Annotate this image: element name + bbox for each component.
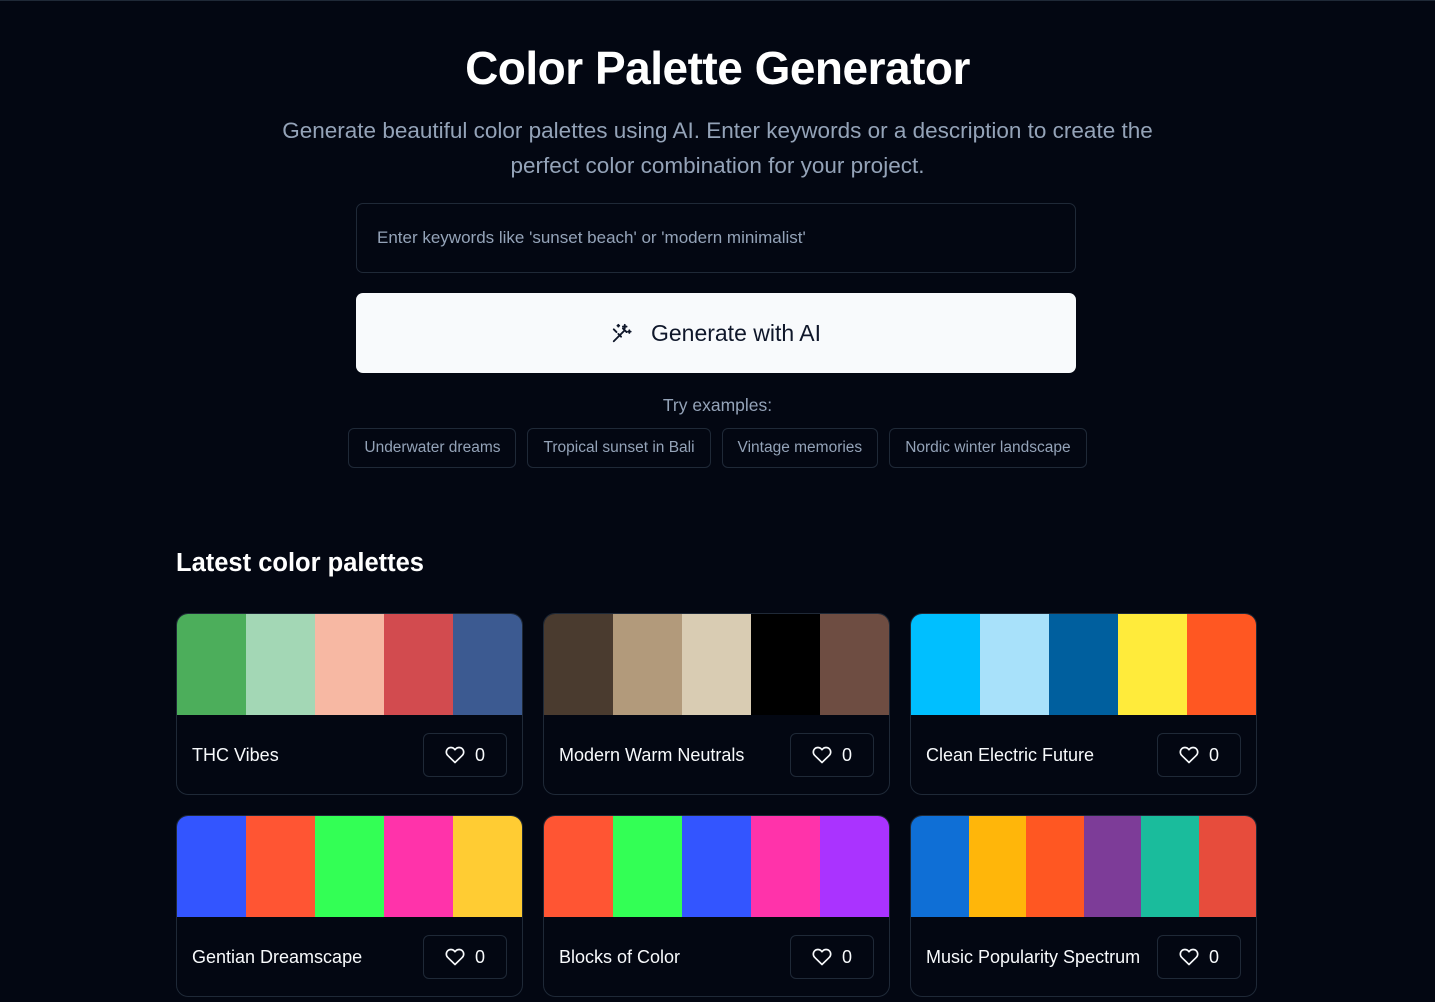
color-swatch[interactable] [911,816,969,917]
heart-icon [445,746,465,764]
palette-card-footer: Music Popularity Spectrum 0 [911,917,1256,996]
palette-name: Modern Warm Neutrals [559,744,745,765]
color-swatch[interactable] [682,816,751,917]
palette-swatches [177,816,522,917]
color-swatch[interactable] [544,614,613,715]
like-button[interactable]: 0 [423,935,507,979]
like-button[interactable]: 0 [1157,733,1241,777]
example-chip-underwater-dreams[interactable]: Underwater dreams [348,428,517,468]
palette-card[interactable]: Blocks of Color 0 [543,815,890,997]
like-count: 0 [1208,744,1219,765]
palette-name: Blocks of Color [559,946,681,967]
color-swatch[interactable] [544,816,613,917]
heart-icon [445,948,465,966]
color-swatch[interactable] [246,816,315,917]
like-count: 0 [841,744,852,765]
palette-card-footer: Gentian Dreamscape 0 [177,917,522,996]
heart-icon [1179,948,1199,966]
palette-card[interactable]: Gentian Dreamscape 0 [176,815,523,997]
palette-swatches [544,816,889,917]
color-swatch[interactable] [1083,816,1141,917]
palette-swatches [177,614,522,715]
heart-icon [1179,746,1199,764]
color-swatch[interactable] [315,614,384,715]
color-swatch[interactable] [751,816,820,917]
color-swatch[interactable] [980,614,1049,715]
color-swatch[interactable] [1198,816,1256,917]
heart-icon [812,746,832,764]
latest-palettes-title: Latest color palettes [176,549,424,577]
color-swatch[interactable] [911,614,980,715]
example-chip-nordic-winter[interactable]: Nordic winter landscape [889,428,1087,468]
page-title: Color Palette Generator [465,42,970,94]
like-count: 0 [1208,946,1219,967]
palette-card-footer: Modern Warm Neutrals 0 [544,715,889,794]
like-button[interactable]: 0 [1157,935,1241,979]
like-count: 0 [474,946,485,967]
heart-icon [812,948,832,966]
like-button[interactable]: 0 [790,733,874,777]
color-swatch[interactable] [1141,816,1199,917]
palette-card-footer: Blocks of Color 0 [544,917,889,996]
palette-name: Music Popularity Spectrum [926,946,1141,967]
palette-card[interactable]: THC Vibes 0 [176,613,523,795]
color-swatch[interactable] [968,816,1026,917]
example-chip-tropical-sunset[interactable]: Tropical sunset in Bali [527,428,711,468]
color-swatch[interactable] [315,816,384,917]
color-swatch[interactable] [613,816,682,917]
color-swatch[interactable] [682,614,751,715]
like-count: 0 [474,744,485,765]
color-swatch[interactable] [1026,816,1084,917]
try-examples-label: Try examples: [662,395,773,415]
magic-wand-icon [612,323,632,343]
keywords-input[interactable] [356,203,1076,273]
like-button[interactable]: 0 [790,935,874,979]
color-swatch[interactable] [177,816,246,917]
color-swatch[interactable] [820,816,889,917]
palette-name: THC Vibes [192,744,279,765]
color-swatch[interactable] [453,816,522,917]
like-count: 0 [841,946,852,967]
color-swatch[interactable] [751,614,820,715]
palette-name: Gentian Dreamscape [192,946,363,967]
color-swatch[interactable] [177,614,246,715]
palette-grid: THC Vibes 0 Modern Warm Neutrals 0 Clean Ele… [176,613,1257,997]
palette-card-footer: THC Vibes 0 [177,715,522,794]
palette-card[interactable]: Modern Warm Neutrals 0 [543,613,890,795]
generate-button-label: Generate with AI [650,319,822,346]
palette-card[interactable]: Music Popularity Spectrum 0 [910,815,1257,997]
color-swatch[interactable] [246,614,315,715]
palette-card[interactable]: Clean Electric Future 0 [910,613,1257,795]
example-chips: Underwater dreams Tropical sunset in Bal… [0,428,1435,468]
page-subtitle: Generate beautiful color palettes using … [282,118,1153,178]
palette-swatches [911,816,1256,917]
color-swatch[interactable] [384,816,453,917]
like-button[interactable]: 0 [423,733,507,777]
palette-name: Clean Electric Future [926,744,1095,765]
color-swatch[interactable] [1118,614,1187,715]
palette-swatches [911,614,1256,715]
color-swatch[interactable] [820,614,889,715]
color-swatch[interactable] [384,614,453,715]
color-swatch[interactable] [453,614,522,715]
color-swatch[interactable] [1187,614,1256,715]
palette-card-footer: Clean Electric Future 0 [911,715,1256,794]
color-swatch[interactable] [1049,614,1118,715]
generate-with-ai-button[interactable]: Generate with AI [356,293,1076,373]
color-swatch[interactable] [613,614,682,715]
palette-swatches [544,614,889,715]
example-chip-vintage-memories[interactable]: Vintage memories [721,428,879,468]
